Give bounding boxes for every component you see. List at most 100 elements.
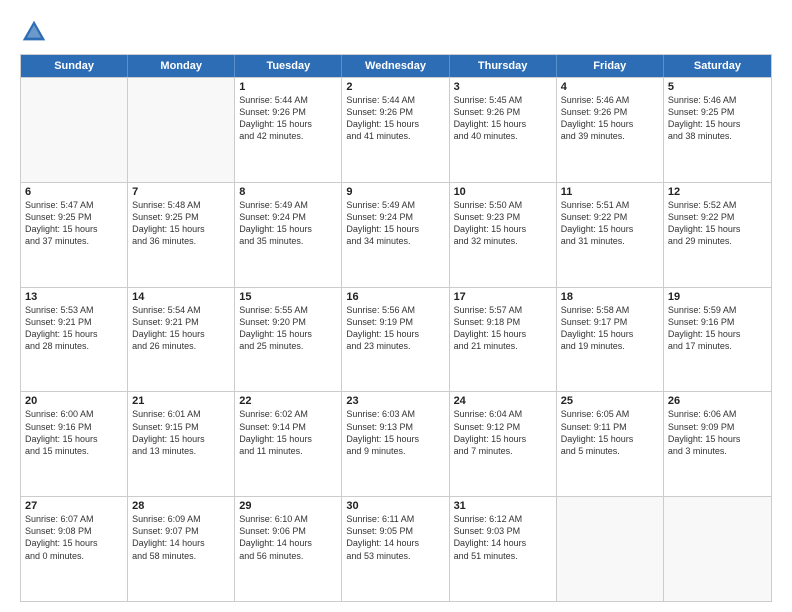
calendar-week: 6Sunrise: 5:47 AM Sunset: 9:25 PM Daylig… (21, 182, 771, 287)
day-info: Sunrise: 5:54 AM Sunset: 9:21 PM Dayligh… (132, 304, 230, 353)
calendar-day-header: Tuesday (235, 55, 342, 77)
day-number: 18 (561, 291, 659, 303)
day-info: Sunrise: 6:06 AM Sunset: 9:09 PM Dayligh… (668, 408, 767, 457)
day-info: Sunrise: 5:50 AM Sunset: 9:23 PM Dayligh… (454, 199, 552, 248)
logo-icon (20, 18, 48, 46)
calendar-cell: 20Sunrise: 6:00 AM Sunset: 9:16 PM Dayli… (21, 392, 128, 496)
day-info: Sunrise: 5:48 AM Sunset: 9:25 PM Dayligh… (132, 199, 230, 248)
calendar-cell: 30Sunrise: 6:11 AM Sunset: 9:05 PM Dayli… (342, 497, 449, 601)
calendar-cell (664, 497, 771, 601)
day-number: 8 (239, 186, 337, 198)
day-info: Sunrise: 6:05 AM Sunset: 9:11 PM Dayligh… (561, 408, 659, 457)
calendar-cell: 19Sunrise: 5:59 AM Sunset: 9:16 PM Dayli… (664, 288, 771, 392)
day-info: Sunrise: 5:44 AM Sunset: 9:26 PM Dayligh… (239, 94, 337, 143)
day-number: 27 (25, 500, 123, 512)
calendar-cell (21, 78, 128, 182)
day-number: 22 (239, 395, 337, 407)
calendar-cell: 16Sunrise: 5:56 AM Sunset: 9:19 PM Dayli… (342, 288, 449, 392)
calendar-week: 1Sunrise: 5:44 AM Sunset: 9:26 PM Daylig… (21, 77, 771, 182)
calendar-cell: 10Sunrise: 5:50 AM Sunset: 9:23 PM Dayli… (450, 183, 557, 287)
day-info: Sunrise: 6:10 AM Sunset: 9:06 PM Dayligh… (239, 513, 337, 562)
calendar-week: 20Sunrise: 6:00 AM Sunset: 9:16 PM Dayli… (21, 391, 771, 496)
calendar-cell: 2Sunrise: 5:44 AM Sunset: 9:26 PM Daylig… (342, 78, 449, 182)
page: SundayMondayTuesdayWednesdayThursdayFrid… (0, 0, 792, 612)
calendar-cell: 21Sunrise: 6:01 AM Sunset: 9:15 PM Dayli… (128, 392, 235, 496)
calendar-body: 1Sunrise: 5:44 AM Sunset: 9:26 PM Daylig… (21, 77, 771, 601)
calendar-day-header: Sunday (21, 55, 128, 77)
day-number: 26 (668, 395, 767, 407)
calendar-header: SundayMondayTuesdayWednesdayThursdayFrid… (21, 55, 771, 77)
calendar-cell (557, 497, 664, 601)
day-info: Sunrise: 6:11 AM Sunset: 9:05 PM Dayligh… (346, 513, 444, 562)
logo (20, 18, 52, 46)
day-info: Sunrise: 6:00 AM Sunset: 9:16 PM Dayligh… (25, 408, 123, 457)
day-number: 30 (346, 500, 444, 512)
calendar-day-header: Saturday (664, 55, 771, 77)
calendar-cell: 14Sunrise: 5:54 AM Sunset: 9:21 PM Dayli… (128, 288, 235, 392)
day-number: 6 (25, 186, 123, 198)
day-number: 13 (25, 291, 123, 303)
day-number: 24 (454, 395, 552, 407)
calendar-week: 13Sunrise: 5:53 AM Sunset: 9:21 PM Dayli… (21, 287, 771, 392)
calendar-cell (128, 78, 235, 182)
day-info: Sunrise: 6:12 AM Sunset: 9:03 PM Dayligh… (454, 513, 552, 562)
day-number: 5 (668, 81, 767, 93)
day-info: Sunrise: 5:47 AM Sunset: 9:25 PM Dayligh… (25, 199, 123, 248)
day-number: 11 (561, 186, 659, 198)
day-number: 23 (346, 395, 444, 407)
calendar-cell: 13Sunrise: 5:53 AM Sunset: 9:21 PM Dayli… (21, 288, 128, 392)
day-info: Sunrise: 5:55 AM Sunset: 9:20 PM Dayligh… (239, 304, 337, 353)
day-number: 31 (454, 500, 552, 512)
day-info: Sunrise: 5:44 AM Sunset: 9:26 PM Dayligh… (346, 94, 444, 143)
calendar-cell: 24Sunrise: 6:04 AM Sunset: 9:12 PM Dayli… (450, 392, 557, 496)
day-number: 28 (132, 500, 230, 512)
calendar-cell: 3Sunrise: 5:45 AM Sunset: 9:26 PM Daylig… (450, 78, 557, 182)
day-number: 3 (454, 81, 552, 93)
calendar-cell: 15Sunrise: 5:55 AM Sunset: 9:20 PM Dayli… (235, 288, 342, 392)
calendar-cell: 31Sunrise: 6:12 AM Sunset: 9:03 PM Dayli… (450, 497, 557, 601)
header (20, 18, 772, 46)
calendar-cell: 17Sunrise: 5:57 AM Sunset: 9:18 PM Dayli… (450, 288, 557, 392)
calendar-cell: 1Sunrise: 5:44 AM Sunset: 9:26 PM Daylig… (235, 78, 342, 182)
calendar-week: 27Sunrise: 6:07 AM Sunset: 9:08 PM Dayli… (21, 496, 771, 601)
calendar-cell: 4Sunrise: 5:46 AM Sunset: 9:26 PM Daylig… (557, 78, 664, 182)
day-info: Sunrise: 5:56 AM Sunset: 9:19 PM Dayligh… (346, 304, 444, 353)
day-number: 14 (132, 291, 230, 303)
day-number: 2 (346, 81, 444, 93)
calendar: SundayMondayTuesdayWednesdayThursdayFrid… (20, 54, 772, 602)
calendar-day-header: Friday (557, 55, 664, 77)
day-number: 4 (561, 81, 659, 93)
calendar-cell: 25Sunrise: 6:05 AM Sunset: 9:11 PM Dayli… (557, 392, 664, 496)
calendar-cell: 22Sunrise: 6:02 AM Sunset: 9:14 PM Dayli… (235, 392, 342, 496)
day-number: 9 (346, 186, 444, 198)
calendar-cell: 5Sunrise: 5:46 AM Sunset: 9:25 PM Daylig… (664, 78, 771, 182)
day-number: 15 (239, 291, 337, 303)
calendar-day-header: Thursday (450, 55, 557, 77)
day-info: Sunrise: 5:46 AM Sunset: 9:25 PM Dayligh… (668, 94, 767, 143)
calendar-cell: 28Sunrise: 6:09 AM Sunset: 9:07 PM Dayli… (128, 497, 235, 601)
day-number: 10 (454, 186, 552, 198)
day-number: 16 (346, 291, 444, 303)
day-number: 1 (239, 81, 337, 93)
calendar-cell: 27Sunrise: 6:07 AM Sunset: 9:08 PM Dayli… (21, 497, 128, 601)
day-number: 29 (239, 500, 337, 512)
day-info: Sunrise: 5:57 AM Sunset: 9:18 PM Dayligh… (454, 304, 552, 353)
calendar-cell: 18Sunrise: 5:58 AM Sunset: 9:17 PM Dayli… (557, 288, 664, 392)
day-number: 20 (25, 395, 123, 407)
day-info: Sunrise: 6:01 AM Sunset: 9:15 PM Dayligh… (132, 408, 230, 457)
day-info: Sunrise: 5:59 AM Sunset: 9:16 PM Dayligh… (668, 304, 767, 353)
calendar-day-header: Monday (128, 55, 235, 77)
calendar-cell: 26Sunrise: 6:06 AM Sunset: 9:09 PM Dayli… (664, 392, 771, 496)
day-info: Sunrise: 6:03 AM Sunset: 9:13 PM Dayligh… (346, 408, 444, 457)
calendar-cell: 7Sunrise: 5:48 AM Sunset: 9:25 PM Daylig… (128, 183, 235, 287)
calendar-cell: 29Sunrise: 6:10 AM Sunset: 9:06 PM Dayli… (235, 497, 342, 601)
day-number: 17 (454, 291, 552, 303)
day-info: Sunrise: 5:49 AM Sunset: 9:24 PM Dayligh… (346, 199, 444, 248)
day-number: 25 (561, 395, 659, 407)
day-info: Sunrise: 6:07 AM Sunset: 9:08 PM Dayligh… (25, 513, 123, 562)
day-info: Sunrise: 5:49 AM Sunset: 9:24 PM Dayligh… (239, 199, 337, 248)
day-info: Sunrise: 5:51 AM Sunset: 9:22 PM Dayligh… (561, 199, 659, 248)
calendar-day-header: Wednesday (342, 55, 449, 77)
day-number: 12 (668, 186, 767, 198)
day-info: Sunrise: 6:09 AM Sunset: 9:07 PM Dayligh… (132, 513, 230, 562)
